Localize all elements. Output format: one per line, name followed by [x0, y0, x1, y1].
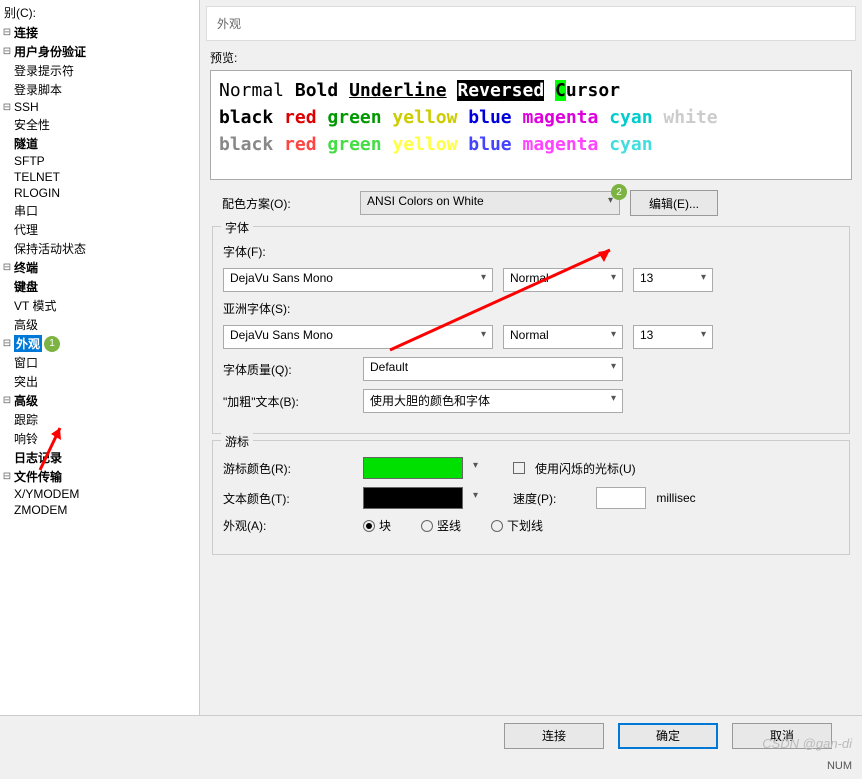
tree-highlight[interactable]: 突出: [0, 373, 199, 390]
ok-button[interactable]: 确定: [618, 723, 718, 749]
tree-tunnel[interactable]: 隧道: [0, 135, 199, 152]
tree-zmodem[interactable]: ZMODEM: [0, 503, 199, 517]
cursor-legend: 游标: [221, 433, 253, 450]
font-legend: 字体: [221, 219, 253, 236]
font-name-combo[interactable]: DejaVu Sans Mono: [223, 268, 493, 292]
tree-sftp[interactable]: SFTP: [0, 154, 199, 168]
edit-color-scheme-button[interactable]: 编辑(E)...: [630, 190, 718, 216]
tree-advanced[interactable]: 高级: [0, 316, 199, 333]
color-scheme-label: 配色方案(O):: [210, 195, 350, 212]
cursor-color-label: 游标颜色(R):: [223, 460, 353, 477]
category-tree: ⊟连接 ⊟用户身份验证 登录提示符 登录脚本 ⊟SSH 安全性 隧道 SFTP …: [0, 23, 199, 518]
color-scheme-combo[interactable]: ANSI Colors on White 2: [360, 191, 620, 215]
preview-reversed: Reversed: [457, 80, 544, 101]
preview-label: 预览:: [200, 41, 862, 70]
status-bar: NUM: [817, 757, 862, 779]
preview-colors-row2: black red green yellow blue magenta cyan: [219, 131, 843, 158]
font-quality-combo[interactable]: Default: [363, 357, 623, 381]
preview-normal: Normal: [219, 80, 284, 101]
speed-unit: millisec: [656, 491, 695, 505]
connect-button[interactable]: 连接: [504, 723, 604, 749]
preview-colors-row1: black red green yellow blue magenta cyan…: [219, 104, 843, 131]
blink-label: 使用闪烁的光标(U): [535, 460, 636, 477]
cursor-block-radio[interactable]: 块: [363, 517, 391, 534]
preview-underline: Underline: [349, 80, 447, 101]
preview-bold: Bold: [295, 80, 338, 101]
cancel-button[interactable]: 取消: [732, 723, 832, 749]
settings-panel: 外观 预览: Normal Bold Underline Reversed Cu…: [200, 0, 862, 720]
preview-box: Normal Bold Underline Reversed Cursor bl…: [210, 70, 852, 180]
font-size-combo[interactable]: 13: [633, 268, 713, 292]
tree-security[interactable]: 安全性: [0, 116, 199, 133]
font-label: 字体(F):: [223, 243, 353, 260]
bold-text-combo[interactable]: 使用大胆的颜色和字体: [363, 389, 623, 413]
tree-ssh[interactable]: ⊟SSH: [0, 100, 199, 114]
tree-login-script[interactable]: 登录脚本: [0, 81, 199, 98]
cursor-vline-radio[interactable]: 竖线: [421, 517, 461, 534]
asian-font-combo[interactable]: DejaVu Sans Mono: [223, 325, 493, 349]
tree-xymodem[interactable]: X/YMODEM: [0, 487, 199, 501]
font-fieldset: 字体 字体(F): DejaVu Sans Mono Normal 13 亚洲字…: [212, 226, 850, 434]
text-color-label: 文本颜色(T):: [223, 490, 353, 507]
panel-header: 外观: [206, 6, 856, 41]
tree-logging[interactable]: 日志记录: [0, 449, 199, 466]
blink-checkbox[interactable]: [513, 462, 525, 474]
badge-1: 1: [44, 336, 60, 352]
tree-file-transfer[interactable]: ⊟文件传输: [0, 468, 199, 485]
font-quality-label: 字体质量(Q):: [223, 361, 353, 378]
asian-size-combo[interactable]: 13: [633, 325, 713, 349]
category-tree-panel: 别(C): ⊟连接 ⊟用户身份验证 登录提示符 登录脚本 ⊟SSH 安全性 隧道…: [0, 0, 200, 720]
tree-trace[interactable]: 跟踪: [0, 411, 199, 428]
tree-bell[interactable]: 响铃: [0, 430, 199, 447]
preview-cursor: ursor: [566, 80, 620, 101]
badge-2: 2: [611, 184, 627, 200]
cursor-fieldset: 游标 游标颜色(R): 使用闪烁的光标(U) 文本颜色(T): 速度(P): m…: [212, 440, 850, 555]
preview-cursor-c: C: [555, 80, 566, 101]
asian-font-label: 亚洲字体(S):: [223, 300, 353, 317]
tree-telnet[interactable]: TELNET: [0, 170, 199, 184]
tree-login-prompt[interactable]: 登录提示符: [0, 62, 199, 79]
cursor-underline-radio[interactable]: 下划线: [491, 517, 543, 534]
cursor-appearance-label: 外观(A):: [223, 517, 353, 534]
tree-advanced2[interactable]: ⊟高级: [0, 392, 199, 409]
tree-connection[interactable]: ⊟连接: [0, 24, 199, 41]
tree-keepalive[interactable]: 保持活动状态: [0, 240, 199, 257]
tree-user-auth[interactable]: ⊟用户身份验证: [0, 43, 199, 60]
tree-window[interactable]: 窗口: [0, 354, 199, 371]
tree-serial[interactable]: 串口: [0, 202, 199, 219]
tree-keyboard[interactable]: 键盘: [0, 278, 199, 295]
tree-proxy[interactable]: 代理: [0, 221, 199, 238]
dialog-button-bar: 连接 确定 取消: [0, 715, 862, 755]
tree-rlogin[interactable]: RLOGIN: [0, 186, 199, 200]
font-style-combo[interactable]: Normal: [503, 268, 623, 292]
bold-text-label: "加粗"文本(B):: [223, 393, 353, 410]
cursor-color-well[interactable]: [363, 457, 463, 479]
main-container: 别(C): ⊟连接 ⊟用户身份验证 登录提示符 登录脚本 ⊟SSH 安全性 隧道…: [0, 0, 862, 720]
tree-appearance[interactable]: ⊟外观1: [0, 335, 199, 352]
speed-input[interactable]: [596, 487, 646, 509]
text-color-well[interactable]: [363, 487, 463, 509]
tree-header-label: 别(C):: [0, 2, 199, 23]
asian-style-combo[interactable]: Normal: [503, 325, 623, 349]
tree-vtmode[interactable]: VT 模式: [0, 297, 199, 314]
speed-label: 速度(P):: [513, 490, 556, 507]
tree-terminal[interactable]: ⊟终端: [0, 259, 199, 276]
